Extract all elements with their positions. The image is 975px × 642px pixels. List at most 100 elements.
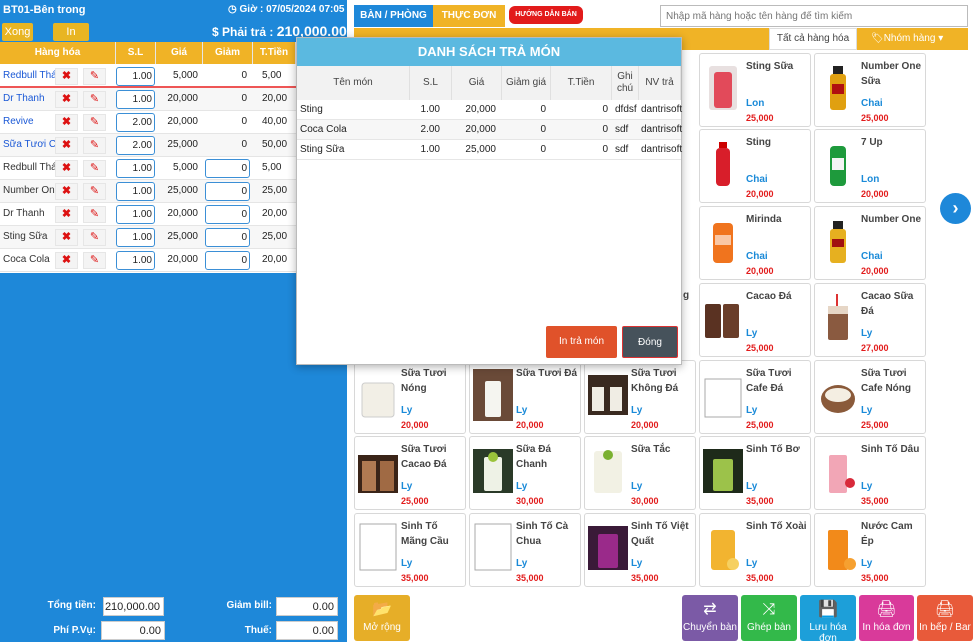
product-card[interactable]: Sinh Tố Bơ Ly 35,000 bbox=[699, 436, 811, 510]
discount-input[interactable]: 0 bbox=[205, 182, 250, 201]
table-row[interactable]: Sữa Tươi Cafe Nóng ✖ ✎ 2.00 25,000 0 50,… bbox=[0, 134, 296, 157]
product-card[interactable]: Sinh Tố Dâu Ly 35,000 bbox=[814, 436, 926, 510]
table-row: Sting 1.00 20,000 0 0 dfdsf dantrisoft bbox=[297, 100, 682, 120]
product-card[interactable]: Sữa Tươi Cacao Đá Ly 25,000 bbox=[354, 436, 466, 510]
product-card[interactable]: Nước Cam Ép Ly 35,000 bbox=[814, 513, 926, 587]
edit-icon[interactable]: ✎ bbox=[83, 68, 106, 85]
transfer-table-button[interactable]: ⇄ Chuyển bàn bbox=[682, 595, 738, 641]
edit-icon[interactable]: ✎ bbox=[83, 91, 106, 108]
product-card[interactable]: Sting Sữa Lon 25,000 bbox=[699, 53, 811, 127]
discount-input[interactable]: 0 bbox=[205, 205, 250, 224]
item-staff: dantrisoft bbox=[641, 144, 683, 155]
table-row[interactable]: Revive ✖ ✎ 2.00 20,000 0 40,00 bbox=[0, 111, 296, 134]
item-total: 20,00 bbox=[262, 208, 288, 219]
print-kitchen-button[interactable]: 🖨 In bếp / Bar bbox=[917, 595, 973, 641]
product-card[interactable]: Mirinda Chai 20,000 bbox=[699, 206, 811, 280]
discount-input[interactable]: 0 bbox=[205, 251, 250, 270]
delete-icon[interactable]: ✖ bbox=[55, 229, 78, 246]
item-name[interactable]: Dr Thanh bbox=[3, 93, 55, 104]
delete-icon[interactable]: ✖ bbox=[55, 91, 78, 108]
edit-icon[interactable]: ✎ bbox=[83, 229, 106, 246]
product-unit: Ly bbox=[631, 405, 643, 416]
product-card[interactable]: Number One Chai 20,000 bbox=[814, 206, 926, 280]
delete-icon[interactable]: ✖ bbox=[55, 206, 78, 223]
table-row[interactable]: Sting Sữa ✖ ✎ 1.00 25,000 0 25,00 bbox=[0, 226, 296, 249]
qty-input[interactable]: 1.00 bbox=[116, 182, 155, 201]
product-group-dropdown[interactable]: 🏷Nhóm hàng ▾ bbox=[871, 28, 961, 50]
discount-input[interactable]: 0 bbox=[205, 228, 250, 247]
delete-icon[interactable]: ✖ bbox=[55, 252, 78, 269]
delete-icon[interactable]: ✖ bbox=[55, 160, 78, 177]
table-title: BT01-Bên trong bbox=[3, 4, 86, 16]
product-name: Sữa Tươi Không Đá bbox=[631, 368, 679, 394]
item-discount: 0 bbox=[540, 104, 546, 115]
product-card[interactable]: Number One Sữa Chai 25,000 bbox=[814, 53, 926, 127]
expand-button[interactable]: 📂 Mở rộng bbox=[354, 595, 410, 641]
product-price: 35,000 bbox=[746, 573, 774, 583]
product-card[interactable]: Sinh Tố Việt Quất Ly 35,000 bbox=[584, 513, 696, 587]
product-card[interactable]: Sữa Tắc Ly 30,000 bbox=[584, 436, 696, 510]
tab-menu[interactable]: THỰC ĐƠN bbox=[433, 5, 505, 27]
product-card[interactable]: Sinh Tố Cà Chua Ly 35,000 bbox=[469, 513, 581, 587]
qty-input[interactable]: 1.00 bbox=[116, 67, 155, 86]
qty-input[interactable]: 1.00 bbox=[116, 205, 155, 224]
edit-icon[interactable]: ✎ bbox=[83, 252, 106, 269]
product-card[interactable]: Sữa Tươi Đá Ly 20,000 bbox=[469, 360, 581, 434]
edit-icon[interactable]: ✎ bbox=[83, 183, 106, 200]
edit-icon[interactable]: ✎ bbox=[83, 160, 106, 177]
service-fee-input[interactable]: 0.00 bbox=[101, 621, 165, 640]
product-name: Sữa Tươi Cafe Đá bbox=[746, 368, 792, 394]
close-button[interactable]: Đóng bbox=[622, 326, 678, 358]
product-card[interactable]: Cacao Đá Ly 25,000 bbox=[699, 283, 811, 357]
qty-input[interactable]: 2.00 bbox=[116, 113, 155, 132]
product-search-input[interactable] bbox=[660, 5, 968, 27]
tab-tables-rooms[interactable]: BÀN / PHÒNG bbox=[354, 5, 433, 27]
table-row[interactable]: Redbull Thái ✖ ✎ 1.00 5,000 0 5,00 bbox=[0, 157, 296, 180]
done-button[interactable]: Xong bbox=[2, 23, 33, 41]
item-name[interactable]: Revive bbox=[3, 116, 55, 127]
product-card[interactable]: Sữa Tươi Không Đá Ly 20,000 bbox=[584, 360, 696, 434]
product-card[interactable]: Sữa Tươi Cafe Nóng Ly 25,000 bbox=[814, 360, 926, 434]
delete-icon[interactable]: ✖ bbox=[55, 137, 78, 154]
print-returns-button[interactable]: In trả món bbox=[546, 326, 617, 358]
bill-discount-input[interactable]: 0.00 bbox=[276, 597, 338, 616]
table-row[interactable]: Dr Thanh ✖ ✎ 1.00 20,000 0 20,00 bbox=[0, 203, 296, 226]
discount-input[interactable]: 0 bbox=[205, 159, 250, 178]
product-card[interactable]: Sữa Tươi Cafe Đá Ly 25,000 bbox=[699, 360, 811, 434]
table-row[interactable]: Coca Cola ✖ ✎ 1.00 20,000 0 20,00 bbox=[0, 249, 296, 272]
qty-input[interactable]: 1.00 bbox=[116, 251, 155, 270]
delete-icon[interactable]: ✖ bbox=[55, 114, 78, 131]
item-name[interactable]: Redbull Thái bbox=[3, 70, 55, 81]
item-qty: 1.00 bbox=[420, 144, 440, 155]
tax-input[interactable]: 0.00 bbox=[276, 621, 338, 640]
edit-icon[interactable]: ✎ bbox=[83, 206, 106, 223]
product-card[interactable]: Sữa Tươi Nóng Ly 20,000 bbox=[354, 360, 466, 434]
print-label-button[interactable]: In nhãn bbox=[53, 23, 89, 56]
edit-icon[interactable]: ✎ bbox=[83, 137, 106, 154]
merge-table-button[interactable]: ⤨ Ghép bàn bbox=[741, 595, 797, 641]
delete-icon[interactable]: ✖ bbox=[55, 68, 78, 85]
next-page-button[interactable]: › bbox=[940, 193, 971, 224]
print-invoice-button[interactable]: 🖨 In hóa đơn bbox=[859, 595, 914, 641]
sales-guide-button[interactable]: HƯỚNG DẪN BÁN HÀNG bbox=[509, 6, 583, 36]
product-card[interactable]: Sữa Đá Chanh Ly 30,000 bbox=[469, 436, 581, 510]
product-card[interactable]: Sting Chai 20,000 bbox=[699, 129, 811, 203]
qty-input[interactable]: 1.00 bbox=[116, 228, 155, 247]
product-unit: Ly bbox=[401, 405, 413, 416]
item-name[interactable]: Sữa Tươi Cafe Nóng bbox=[3, 139, 55, 150]
item-discount: 0 bbox=[540, 124, 546, 135]
qty-input[interactable]: 1.00 bbox=[116, 159, 155, 178]
category-all-button[interactable]: Tất cả hàng hóa bbox=[769, 28, 857, 50]
product-card[interactable]: Sinh Tố Xoài Ly 35,000 bbox=[699, 513, 811, 587]
table-row[interactable]: Dr Thanh ✖ ✎ 1.00 20,000 0 20,00 bbox=[0, 88, 296, 111]
product-card[interactable]: 7 Up Lon 20,000 bbox=[814, 129, 926, 203]
edit-icon[interactable]: ✎ bbox=[83, 114, 106, 131]
table-row[interactable]: Number One ✖ ✎ 1.00 25,000 0 25,00 bbox=[0, 180, 296, 203]
qty-input[interactable]: 2.00 bbox=[116, 136, 155, 155]
qty-input[interactable]: 1.00 bbox=[116, 90, 155, 109]
product-card[interactable]: Sinh Tố Mãng Cầu Ly 35,000 bbox=[354, 513, 466, 587]
table-row[interactable]: Redbull Thái ✖ ✎ 1.00 5,000 0 5,00 bbox=[0, 65, 296, 88]
save-invoice-button[interactable]: 💾 Lưu hóa đơn bbox=[800, 595, 856, 642]
product-card[interactable]: Cacao Sữa Đá Ly 27,000 bbox=[814, 283, 926, 357]
delete-icon[interactable]: ✖ bbox=[55, 183, 78, 200]
